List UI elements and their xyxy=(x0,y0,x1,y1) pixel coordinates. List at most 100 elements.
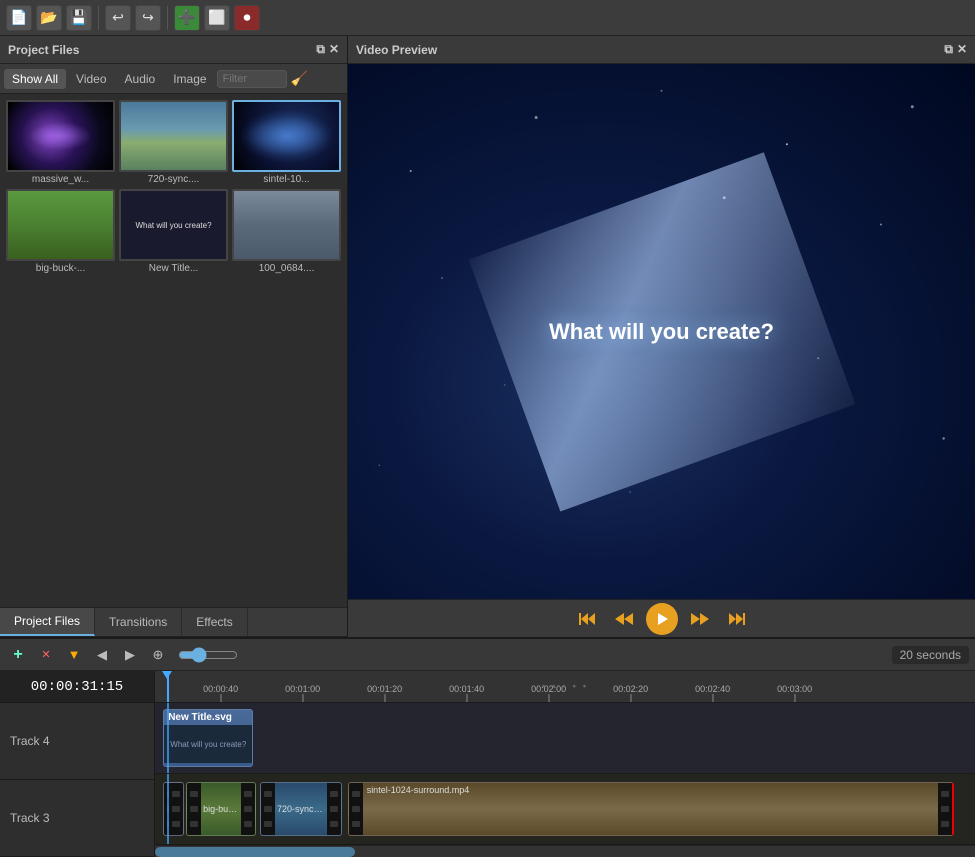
track3-area: big-buck-... xyxy=(155,774,975,845)
filter-timeline-button[interactable]: ▼ xyxy=(62,643,86,667)
zoom-slider-group xyxy=(178,647,238,663)
media-item-massive[interactable]: massive_w... xyxy=(6,100,115,185)
timeline-scroll-thumb[interactable] xyxy=(155,847,355,857)
export-button[interactable]: ⏺ xyxy=(234,5,260,31)
video-preview-text: What will you create? xyxy=(549,319,774,345)
video-preview-title: Video Preview xyxy=(356,43,437,57)
ruler-mark-2: 00:01:00 xyxy=(285,684,320,702)
ruler-mark-1: 00:00:40 xyxy=(203,684,238,702)
zoom-slider[interactable] xyxy=(178,647,238,663)
close-pf-icon[interactable]: ✕ xyxy=(329,42,339,57)
clip-newtitle[interactable]: New Title.svg What will you create? xyxy=(163,709,253,767)
pin-video-icon[interactable]: ⧉ xyxy=(944,42,953,57)
center-button[interactable]: ⊕ xyxy=(146,643,170,667)
filmstrip-left-sync xyxy=(261,783,275,835)
sync-clip-inner: 720-sync.mp4 xyxy=(275,783,327,835)
filmstrip-left-buck xyxy=(187,783,201,835)
media-item-sintel[interactable]: sintel-10... xyxy=(232,100,341,185)
media-item-bigbuck[interactable]: big-buck-... xyxy=(6,189,115,274)
track4-label[interactable]: Track 4 xyxy=(0,703,154,780)
media-label-title: New Title... xyxy=(119,263,228,274)
filmstrip-right-buck xyxy=(241,783,255,835)
media-item-road[interactable]: 100_0684.... xyxy=(232,189,341,274)
redo-button[interactable]: ↪ xyxy=(135,5,161,31)
timecode-display: 00:00:31:15 xyxy=(0,671,154,703)
tab-transitions[interactable]: Transitions xyxy=(95,608,182,636)
forward-to-end-button[interactable] xyxy=(722,605,750,633)
media-label-sintel: sintel-10... xyxy=(232,174,341,185)
clip-sintel[interactable]: sintel-1024-surround.mp4 xyxy=(348,782,955,836)
track3-playhead xyxy=(167,774,169,844)
pin-icon[interactable]: ⧉ xyxy=(316,42,325,57)
clip-title-label: New Title.svg xyxy=(164,710,252,725)
track-labels: 00:00:31:15 Track 4 Track 3 xyxy=(0,671,155,857)
undo-button[interactable]: ↩ xyxy=(105,5,131,31)
tab-effects[interactable]: Effects xyxy=(182,608,247,636)
tab-image[interactable]: Image xyxy=(165,69,214,89)
project-files-tabs: Show All Video Audio Image 🧹 xyxy=(0,64,347,94)
tab-show-all[interactable]: Show All xyxy=(4,69,66,89)
filmstrip-right-sync xyxy=(327,783,341,835)
thumb-sync xyxy=(119,100,228,172)
open-button[interactable]: 📂 xyxy=(36,5,62,31)
right-panel: Video Preview ⧉ ✕ xyxy=(348,36,975,637)
close-video-icon[interactable]: ✕ xyxy=(957,42,967,57)
timeline-duration: 20 seconds xyxy=(892,646,969,664)
video-preview-header: Video Preview ⧉ ✕ xyxy=(348,36,975,64)
new-button[interactable]: 📄 xyxy=(6,5,32,31)
thumb-inner-sintel xyxy=(234,102,339,170)
tab-video[interactable]: Video xyxy=(68,69,114,89)
filter-clear-button[interactable]: 🧹 xyxy=(289,70,310,87)
thumb-inner-road xyxy=(234,191,339,259)
clip-720sync[interactable]: 720-sync.mp4 xyxy=(260,782,342,836)
thumb-inner-sync xyxy=(121,102,226,170)
play-button[interactable] xyxy=(646,603,678,635)
playback-controls xyxy=(348,599,975,637)
rewind-icon xyxy=(615,611,633,627)
ruler-playhead[interactable] xyxy=(167,671,169,702)
timeline-body: 00:00:31:15 Track 4 Track 3 00:00:40 0 xyxy=(0,671,975,857)
fast-forward-button[interactable] xyxy=(686,605,714,633)
ruler-drag-handle: • • • • • xyxy=(542,681,589,692)
ruler-mark-3: 00:01:20 xyxy=(367,684,402,702)
toolbar-separator-1 xyxy=(98,6,99,30)
video-header-icons: ⧉ ✕ xyxy=(944,42,967,57)
bottom-tabs: Project Files Transitions Effects xyxy=(0,607,347,637)
video-canvas: What will you create? xyxy=(348,64,975,599)
fullscreen-button[interactable]: ⬜ xyxy=(204,5,230,31)
thumb-bigbuck xyxy=(6,189,115,261)
import-button[interactable]: ➕ xyxy=(174,5,200,31)
media-label-sync: 720-sync.... xyxy=(119,174,228,185)
thumb-inner-massive xyxy=(8,102,113,170)
track3-label[interactable]: Track 3 xyxy=(0,780,154,857)
play-icon xyxy=(655,612,669,626)
next-marker-button[interactable]: ▶ xyxy=(118,643,142,667)
save-button[interactable]: 💾 xyxy=(66,5,92,31)
rewind-button[interactable] xyxy=(610,605,638,633)
project-files-title: Project Files xyxy=(8,43,79,57)
forward-end-icon xyxy=(727,611,745,627)
thumb-inner-bigbuck xyxy=(8,191,113,259)
remove-track-button[interactable]: ✕ xyxy=(34,643,58,667)
media-grid: massive_w... 720-sync.... sintel-10... xyxy=(0,94,347,607)
ruler-mark-7: 00:02:40 xyxy=(695,684,730,702)
add-track-button[interactable]: + xyxy=(6,643,30,667)
thumb-sintel xyxy=(232,100,341,172)
clip-bigbuck[interactable]: big-buck-... xyxy=(186,782,256,836)
media-item-sync[interactable]: 720-sync.... xyxy=(119,100,228,185)
tab-audio[interactable]: Audio xyxy=(117,69,164,89)
main-toolbar: 📄 📂 💾 ↩ ↪ ➕ ⬜ ⏺ xyxy=(0,0,975,36)
media-label-bigbuck: big-buck-... xyxy=(6,263,115,274)
timeline-section: + ✕ ▼ ◀ ▶ ⊕ 20 seconds 00:00:31:15 Track… xyxy=(0,637,975,857)
filter-input[interactable] xyxy=(217,70,287,88)
track4-area: New Title.svg What will you create? xyxy=(155,703,975,774)
main-area: Project Files ⧉ ✕ Show All Video Audio I… xyxy=(0,36,975,637)
timeline-scrollbar xyxy=(155,845,975,857)
prev-marker-button[interactable]: ◀ xyxy=(90,643,114,667)
timeline-ruler: 00:00:40 00:01:00 00:01:20 00:01:40 xyxy=(155,671,975,703)
clip-title-thumb: What will you create? xyxy=(164,725,252,763)
media-item-title[interactable]: What will you create? New Title... xyxy=(119,189,228,274)
tab-project-files[interactable]: Project Files xyxy=(0,608,95,636)
rewind-to-start-button[interactable] xyxy=(574,605,602,633)
filmstrip-left-sintel xyxy=(349,783,363,835)
